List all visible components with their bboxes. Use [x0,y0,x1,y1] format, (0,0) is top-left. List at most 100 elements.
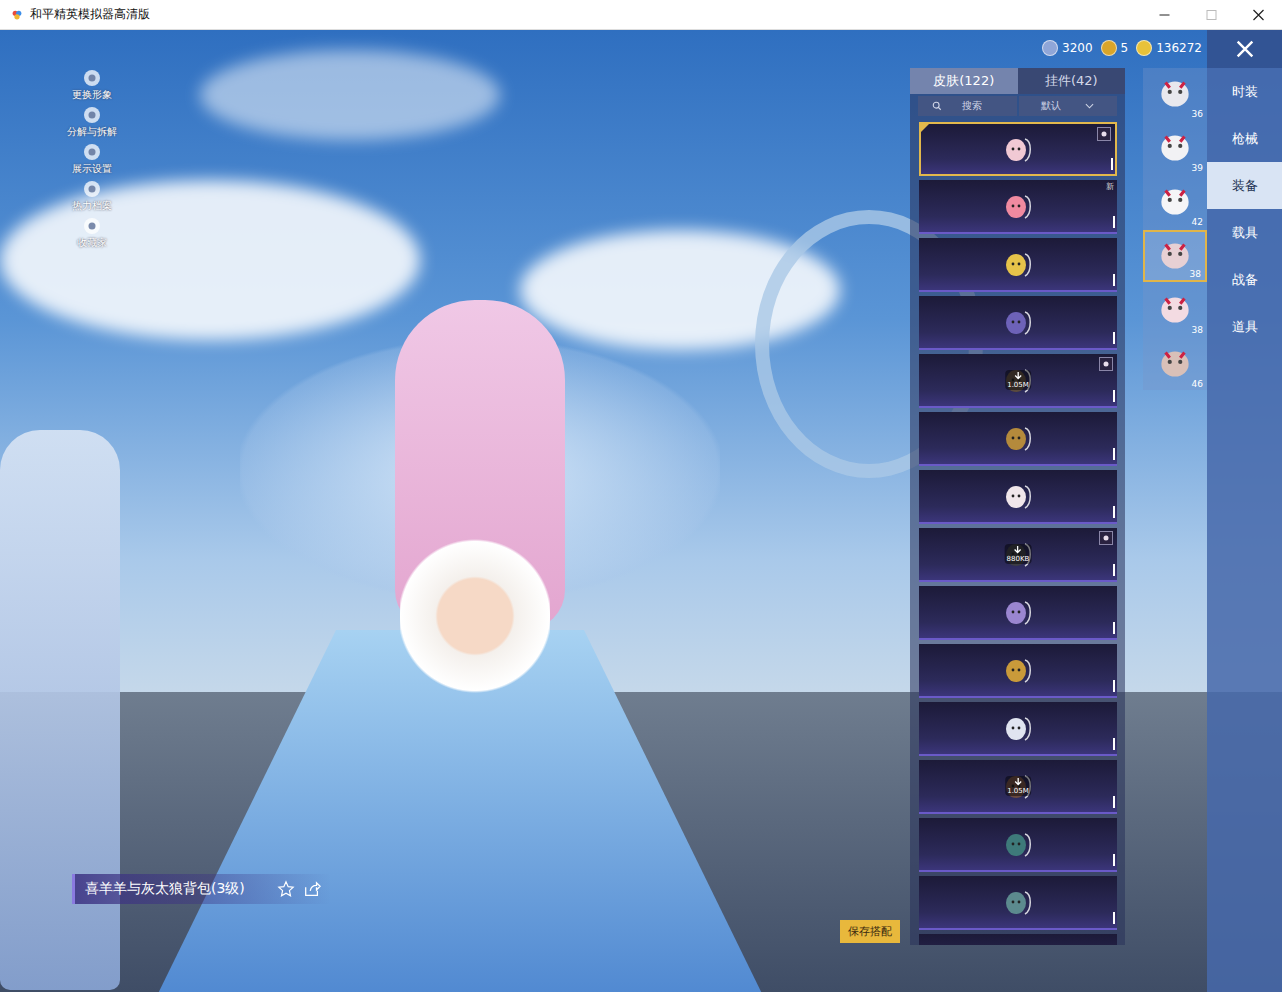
currency: 5 [1101,40,1129,56]
coin-icon [1042,40,1058,56]
download-icon [1013,545,1023,555]
menu-icon [82,68,102,88]
backpack-icon [998,418,1038,458]
selected-item-name: 喜羊羊与灰太狼背包(3级) [72,874,331,904]
equipment-icon [1154,181,1196,223]
search-icon [932,101,942,111]
skin-panel: 皮肤(122)挂件(42) 搜索 默认 新 1.05M 880KB 1.05M [910,68,1125,945]
skin-item[interactable] [919,238,1117,292]
download-badge: 1.05M [1005,370,1031,390]
title-bar: 和平精英模拟器高清版 [0,0,1282,30]
left-menu-item[interactable]: 更换形象 [62,68,122,102]
currency: 3200 [1042,40,1093,56]
nav-item[interactable]: 道具 [1207,303,1282,350]
backpack-icon [998,940,1038,945]
nav-item[interactable]: 载具 [1207,209,1282,256]
nav-item[interactable]: 时装 [1207,68,1282,115]
equipment-icon [1154,73,1196,115]
skin-item[interactable] [919,122,1117,176]
chevron-down-icon [1085,103,1094,109]
currency-bar: 3200 5 136272 [1042,40,1202,56]
coin-icon [1136,40,1152,56]
equip-slot[interactable]: 38 [1143,284,1207,336]
app-logo-icon [10,8,24,22]
skin-item[interactable] [919,876,1117,930]
download-icon [1013,777,1023,787]
mount-figure [0,430,120,990]
backpack-icon [998,650,1038,690]
left-menu-item[interactable]: 分解与拆解 [62,105,122,139]
menu-icon [82,105,102,125]
maximize-icon[interactable] [1188,0,1235,30]
star-icon[interactable] [277,880,295,898]
skin-item[interactable]: 1.05M [919,354,1117,408]
game-scene: 更换形象 分解与拆解 展示设置 热力档案 收藏家 3200 5 136272 时… [0,30,1282,992]
panel-tabs: 皮肤(122)挂件(42) [910,68,1125,94]
skin-item[interactable]: 880KB [919,528,1117,582]
selected-corner [921,124,929,132]
category-nav: 时装枪械装备载具战备道具 [1207,30,1282,992]
skin-item[interactable] [919,644,1117,698]
left-menu-item[interactable]: 展示设置 [62,142,122,176]
backpack-icon [998,882,1038,922]
equipment-icon [1154,289,1196,331]
backpack-icon [998,186,1038,226]
left-menu-item[interactable]: 热力档案 [62,179,122,213]
window-title: 和平精英模拟器高清版 [30,6,150,23]
menu-icon [82,216,102,236]
nav-item[interactable]: 装备 [1207,162,1282,209]
currency: 136272 [1136,40,1202,56]
equip-slot[interactable]: 42 [1143,176,1207,228]
menu-icon [82,179,102,199]
tag-icon [1099,357,1113,371]
download-icon [1013,371,1023,381]
tab[interactable]: 挂件(42) [1018,68,1126,94]
emulator-window: 和平精英模拟器高清版 更换形象 分解与拆解 展示设置 热力档案 收藏家 3200… [0,0,1282,992]
tag-icon [1099,531,1113,545]
skin-item[interactable] [919,412,1117,466]
download-badge: 880KB [1005,544,1032,564]
skin-item[interactable]: 1.05M [919,760,1117,814]
backpack-icon [998,708,1038,748]
save-button[interactable]: 保存搭配 [840,920,900,943]
skin-item[interactable] [919,702,1117,756]
backpack-figure [400,535,550,715]
skin-item[interactable] [919,470,1117,524]
backpack-icon [998,302,1038,342]
tab[interactable]: 皮肤(122) [910,68,1018,94]
skin-item[interactable] [919,934,1117,945]
tag-icon [1097,127,1111,141]
skin-item[interactable]: 新 [919,180,1117,234]
equip-slot[interactable]: 39 [1143,122,1207,174]
skin-list: 新 1.05M 880KB 1.05M [910,118,1125,945]
left-menu: 更换形象 分解与拆解 展示设置 热力档案 收藏家 [62,68,122,250]
search-field[interactable]: 搜索 [918,96,1017,116]
close-window-icon[interactable] [1235,0,1282,30]
download-badge: 1.05M [1005,776,1031,796]
equipment-icon [1154,127,1196,169]
coin-icon [1101,40,1117,56]
skin-item[interactable] [919,586,1117,640]
equip-slots: 36 39 42 38 38 46 [1143,68,1207,390]
close-button[interactable] [1207,30,1282,68]
skin-item[interactable] [919,296,1117,350]
new-badge: 新 [1106,181,1114,192]
left-menu-item[interactable]: 收藏家 [62,216,122,250]
backpack-icon [998,244,1038,284]
backpack-icon [998,824,1038,864]
sort-dropdown[interactable]: 默认 [1019,96,1118,116]
nav-item[interactable]: 枪械 [1207,115,1282,162]
equip-slot[interactable]: 38 [1143,230,1207,282]
backpack-icon [998,476,1038,516]
equip-slot[interactable]: 46 [1143,338,1207,390]
backpack-icon [998,129,1038,169]
skin-item[interactable] [919,818,1117,872]
close-icon [1234,38,1256,60]
equip-slot[interactable]: 36 [1143,68,1207,120]
nav-item[interactable]: 战备 [1207,256,1282,303]
share-icon[interactable] [303,880,321,898]
equipment-icon [1154,343,1196,385]
backpack-icon [998,592,1038,632]
minimize-icon[interactable] [1141,0,1188,30]
menu-icon [82,142,102,162]
